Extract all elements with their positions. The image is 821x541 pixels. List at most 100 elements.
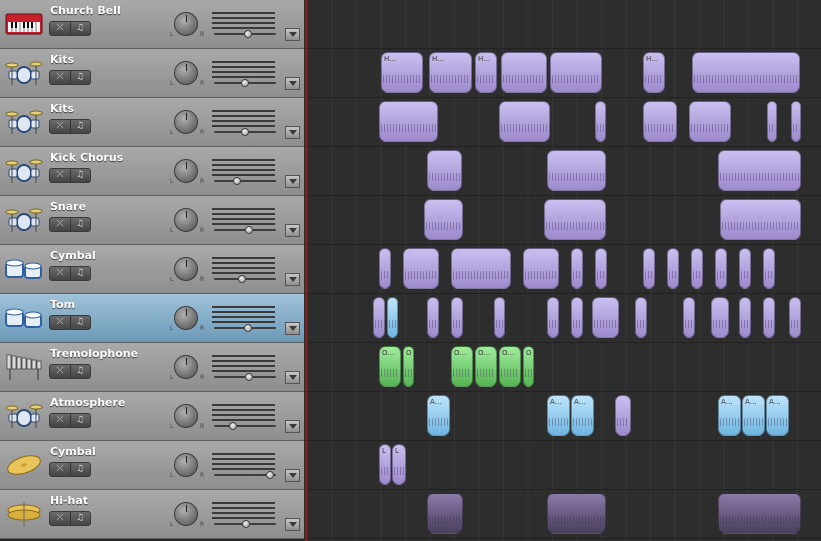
- volume-slider[interactable]: [214, 30, 276, 38]
- track-header[interactable]: Tremolophone ⤫ ♫ L R: [0, 343, 304, 392]
- audio-region[interactable]: H…: [429, 52, 472, 93]
- track-name[interactable]: Church Bell: [50, 4, 121, 17]
- solo-button[interactable]: ♫: [70, 512, 90, 525]
- volume-slider-thumb[interactable]: [241, 79, 249, 87]
- audio-region[interactable]: A…: [547, 395, 570, 436]
- track-menu-button[interactable]: [285, 371, 300, 384]
- mute-button[interactable]: ⤫: [50, 218, 71, 231]
- solo-button[interactable]: ♫: [70, 414, 90, 427]
- audio-region[interactable]: O: [523, 346, 534, 387]
- track-header[interactable]: Hi-hat ⤫ ♫ L R: [0, 490, 304, 539]
- track-header[interactable]: Kits ⤫ ♫ L R: [0, 98, 304, 147]
- track-name[interactable]: Atmosphere: [50, 396, 125, 409]
- audio-region[interactable]: [739, 248, 751, 289]
- audio-region[interactable]: [595, 248, 607, 289]
- track-name[interactable]: Cymbal: [50, 249, 96, 262]
- track-header[interactable]: Cymbal ⤫ ♫ L R: [0, 245, 304, 294]
- audio-region[interactable]: H…: [381, 52, 423, 93]
- track-menu-button[interactable]: [285, 322, 300, 335]
- mute-button[interactable]: ⤫: [50, 71, 71, 84]
- arrange-timeline[interactable]: H… H… H… H… O… O O… O… O… O A… A… A… A… A… A… L L: [307, 0, 821, 541]
- pan-knob[interactable]: [174, 208, 198, 232]
- audio-region[interactable]: [692, 52, 800, 93]
- track-header[interactable]: Kick Chorus ⤫ ♫ L R: [0, 147, 304, 196]
- audio-region[interactable]: [691, 248, 703, 289]
- audio-region[interactable]: [615, 395, 631, 436]
- pan-knob[interactable]: [174, 159, 198, 183]
- volume-slider[interactable]: [214, 226, 276, 234]
- mute-button[interactable]: ⤫: [50, 267, 71, 280]
- track-menu-button[interactable]: [285, 28, 300, 41]
- audio-region[interactable]: [789, 297, 801, 338]
- audio-region[interactable]: [571, 248, 583, 289]
- track-name[interactable]: Kick Chorus: [50, 151, 123, 164]
- audio-region[interactable]: O…: [499, 346, 521, 387]
- pan-knob[interactable]: [174, 257, 198, 281]
- volume-slider-thumb[interactable]: [245, 373, 254, 381]
- volume-slider-thumb[interactable]: [245, 226, 254, 234]
- track-menu-button[interactable]: [285, 77, 300, 90]
- audio-region[interactable]: [550, 52, 602, 93]
- audio-region[interactable]: [451, 297, 463, 338]
- track-header[interactable]: Tom ⤫ ♫ L R: [0, 294, 304, 343]
- volume-slider[interactable]: [214, 422, 276, 430]
- audio-region[interactable]: H…: [643, 52, 665, 93]
- track-lane[interactable]: [307, 196, 821, 245]
- mute-button[interactable]: ⤫: [50, 463, 71, 476]
- audio-region[interactable]: [683, 297, 695, 338]
- track-lane[interactable]: O… O O… O… O… O: [307, 343, 821, 392]
- track-lane[interactable]: [307, 147, 821, 196]
- audio-region[interactable]: [427, 297, 439, 338]
- volume-slider[interactable]: [214, 520, 276, 528]
- audio-region[interactable]: [718, 150, 801, 191]
- audio-region[interactable]: H…: [475, 52, 497, 93]
- pan-knob[interactable]: [174, 61, 198, 85]
- solo-button[interactable]: ♫: [70, 218, 90, 231]
- audio-region[interactable]: L: [392, 444, 406, 485]
- audio-region[interactable]: [499, 101, 550, 142]
- volume-slider[interactable]: [214, 324, 276, 332]
- track-header[interactable]: Atmosphere ⤫ ♫ L R: [0, 392, 304, 441]
- track-menu-button[interactable]: [285, 175, 300, 188]
- volume-slider-thumb[interactable]: [265, 471, 274, 479]
- track-header[interactable]: Snare ⤫ ♫ L R: [0, 196, 304, 245]
- volume-slider-thumb[interactable]: [232, 177, 241, 185]
- audio-region[interactable]: [379, 101, 438, 142]
- mute-button[interactable]: ⤫: [50, 512, 71, 525]
- audio-region[interactable]: [595, 101, 606, 142]
- audio-region[interactable]: [501, 52, 547, 93]
- audio-region[interactable]: O…: [451, 346, 473, 387]
- audio-region[interactable]: [523, 248, 559, 289]
- pan-knob[interactable]: [174, 110, 198, 134]
- track-header[interactable]: Cymbal ⤫ ♫ L R: [0, 441, 304, 490]
- volume-slider[interactable]: [214, 177, 276, 185]
- audio-region[interactable]: [379, 248, 391, 289]
- pan-knob[interactable]: [174, 453, 198, 477]
- pan-knob[interactable]: [174, 12, 198, 36]
- track-name[interactable]: Tremolophone: [50, 347, 138, 360]
- track-menu-button[interactable]: [285, 518, 300, 531]
- volume-slider[interactable]: [214, 373, 276, 381]
- audio-region[interactable]: [643, 101, 677, 142]
- track-name[interactable]: Hi-hat: [50, 494, 88, 507]
- audio-region[interactable]: A…: [766, 395, 789, 436]
- track-name[interactable]: Kits: [50, 102, 74, 115]
- volume-slider[interactable]: [214, 79, 276, 87]
- track-name[interactable]: Snare: [50, 200, 86, 213]
- track-lane[interactable]: H… H… H… H…: [307, 49, 821, 98]
- solo-button[interactable]: ♫: [70, 169, 90, 182]
- audio-region[interactable]: [763, 248, 775, 289]
- audio-region[interactable]: [667, 248, 679, 289]
- audio-region[interactable]: [643, 248, 655, 289]
- audio-region[interactable]: [635, 297, 647, 338]
- audio-region[interactable]: A…: [718, 395, 741, 436]
- audio-region[interactable]: [424, 199, 463, 240]
- audio-region[interactable]: L: [379, 444, 391, 485]
- audio-region[interactable]: O…: [379, 346, 401, 387]
- track-lane[interactable]: LL: [307, 441, 821, 490]
- audio-region[interactable]: [592, 297, 619, 338]
- volume-slider-thumb[interactable]: [244, 30, 253, 38]
- volume-slider-thumb[interactable]: [228, 422, 237, 430]
- volume-slider[interactable]: [214, 275, 276, 283]
- solo-button[interactable]: ♫: [70, 316, 90, 329]
